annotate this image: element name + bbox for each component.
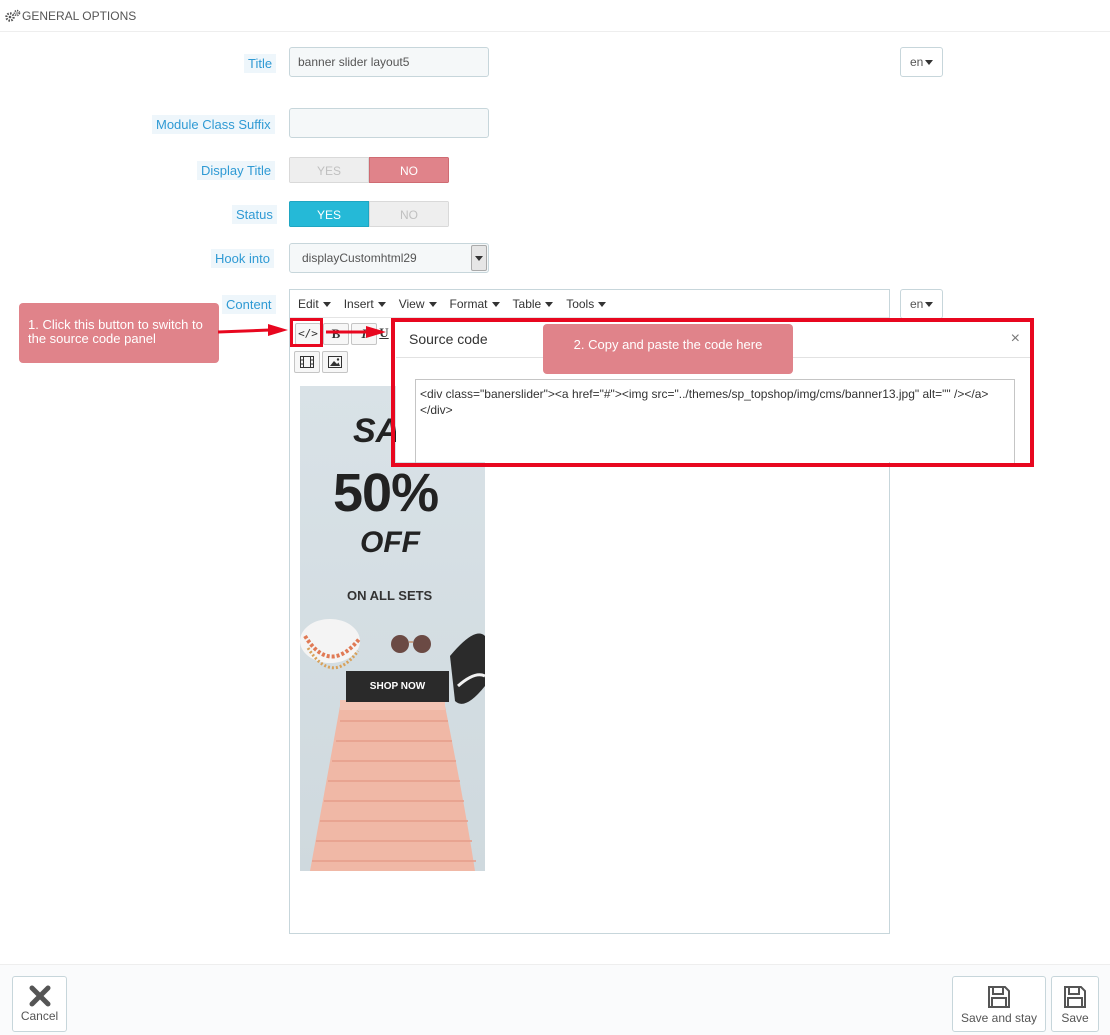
hook-label: Hook into [211, 249, 274, 268]
banner-shop-now-button: SHOP NOW [346, 671, 449, 702]
banner-percent-text: 50% [333, 463, 439, 523]
menu-table[interactable]: Table [513, 290, 554, 317]
save-button[interactable]: Save [1051, 976, 1099, 1032]
banner-sets-text: ON ALL SETS [347, 588, 433, 603]
suffix-label: Module Class Suffix [152, 115, 275, 134]
save-label: Save [1061, 1011, 1089, 1025]
caret-down-icon [925, 60, 934, 66]
title-language-dropdown[interactable]: en [900, 47, 943, 77]
cancel-button[interactable]: Cancel [12, 976, 67, 1032]
gears-icon [5, 9, 21, 22]
title-label: Title [244, 54, 277, 73]
title-input[interactable]: banner slider layout5 [289, 47, 489, 77]
suffix-input[interactable] [289, 108, 489, 138]
menu-view[interactable]: View [399, 290, 437, 317]
caret-down-icon [925, 302, 934, 308]
display-title-label: Display Title [197, 161, 276, 180]
film-icon [300, 356, 314, 368]
status-toggle[interactable]: YES NO [289, 201, 449, 227]
content-language-dropdown[interactable]: en [900, 289, 943, 319]
menu-tools[interactable]: Tools [566, 290, 607, 317]
display-title-no[interactable]: NO [369, 157, 449, 183]
insert-video-button[interactable] [294, 351, 320, 373]
save-icon [988, 986, 1010, 1008]
content-label: Content [222, 295, 276, 314]
step2-callout: 2. Copy and paste the code here [543, 324, 793, 374]
image-icon [328, 356, 342, 368]
step1-callout: 1. Click this button to switch to the so… [19, 303, 219, 363]
hook-select[interactable]: displayCustomhtml29 [289, 243, 489, 273]
annotation-arrows [218, 324, 386, 338]
hook-selected-value: displayCustomhtml29 [302, 251, 417, 265]
panel-header: GENERAL OPTIONS [0, 0, 1110, 32]
editor-menubar: Edit Insert View Format Table Tools [290, 290, 889, 318]
save-and-stay-label: Save and stay [960, 1011, 1038, 1025]
display-title-toggle[interactable]: YES NO [289, 157, 449, 183]
menu-format[interactable]: Format [450, 290, 500, 317]
menu-edit[interactable]: Edit [298, 290, 331, 317]
cancel-label: Cancel [20, 1009, 59, 1023]
panel-title: GENERAL OPTIONS [22, 9, 137, 23]
close-icon [29, 985, 50, 1007]
status-yes[interactable]: YES [289, 201, 369, 227]
language-code: en [910, 297, 924, 311]
insert-image-button[interactable] [322, 351, 348, 373]
save-icon [1064, 986, 1086, 1008]
panel-footer: Cancel Save and stay Save [0, 964, 1110, 1035]
chevron-down-icon[interactable] [471, 245, 487, 271]
status-no[interactable]: NO [369, 201, 449, 227]
save-and-stay-button[interactable]: Save and stay [952, 976, 1046, 1032]
status-label: Status [232, 205, 277, 224]
language-code: en [910, 55, 924, 69]
display-title-yes[interactable]: YES [289, 157, 369, 183]
menu-insert[interactable]: Insert [344, 290, 386, 317]
banner-off-text: OFF [360, 526, 420, 559]
